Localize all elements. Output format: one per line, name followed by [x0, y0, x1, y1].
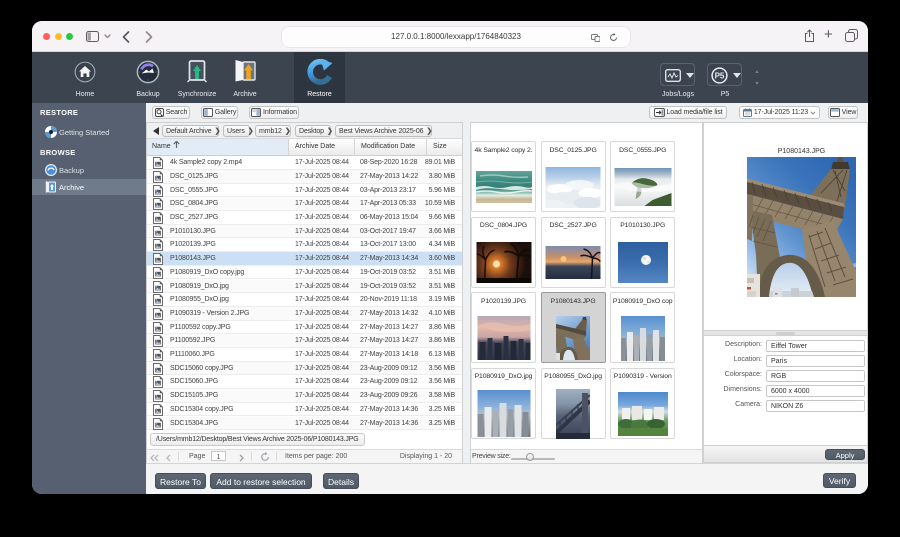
- svg-text:P5: P5: [715, 72, 725, 81]
